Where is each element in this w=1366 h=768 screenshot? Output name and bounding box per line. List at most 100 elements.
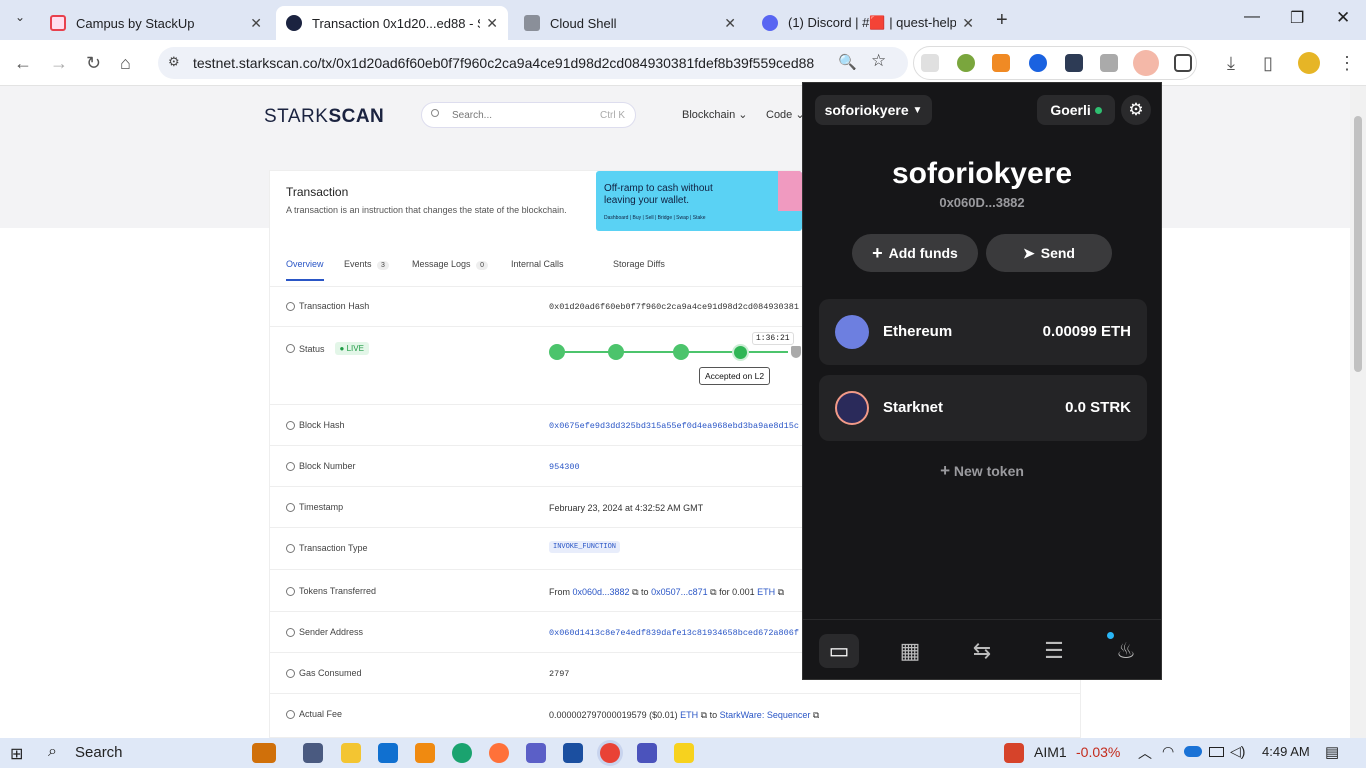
taskbar-search-label[interactable]: Search (75, 744, 123, 761)
side-panel-icon[interactable]: ▯ (1263, 53, 1273, 74)
app-icon[interactable] (563, 743, 583, 763)
tab-search-button[interactable]: ⌄ (8, 10, 32, 32)
teams-classic-icon[interactable] (637, 743, 657, 763)
work-widget-icon[interactable] (252, 743, 276, 763)
starkscan-logo[interactable]: STARKSCAN (264, 106, 384, 128)
copy-icon[interactable]: ⧉ (701, 710, 707, 720)
circle-extension-icon[interactable] (1029, 54, 1047, 72)
account-selector[interactable]: soforiokyere ▼ (815, 95, 932, 125)
restore-icon[interactable]: ❐ (1290, 8, 1304, 28)
download-icon[interactable]: ⤓ (1227, 53, 1235, 74)
copy-icon[interactable]: ⧉ (778, 587, 784, 597)
token-row-starknet[interactable]: Starknet 0.0 STRK (819, 375, 1147, 441)
copy-icon[interactable]: ⧉ (710, 587, 716, 597)
step-download-icon (608, 344, 624, 360)
home-icon[interactable]: ⌂ (120, 53, 131, 74)
taskbar-search-icon[interactable]: ⌕ (48, 743, 57, 761)
promo-banner[interactable]: Off-ramp to cash without leaving your wa… (596, 171, 802, 231)
avatar[interactable] (1298, 52, 1320, 74)
account-address[interactable]: 0x060D...3882 (803, 195, 1161, 210)
edge-icon[interactable] (452, 743, 472, 763)
clock[interactable]: 4:49 AM (1262, 744, 1310, 759)
forward-icon[interactable]: → (50, 53, 68, 74)
file-explorer-icon[interactable] (341, 743, 361, 763)
minimize-icon[interactable]: — (1244, 8, 1260, 26)
info-icon (286, 543, 295, 553)
sender-address-link[interactable]: 0x060d1413c8e7e4edf839dafe13c81934658bce… (549, 628, 799, 638)
block-number-link[interactable]: 954300 (549, 462, 580, 472)
grid-icon[interactable]: ▦ (890, 634, 930, 668)
volume-icon[interactable]: ◁) (1230, 743, 1245, 760)
wifi-icon[interactable]: ◠ (1162, 743, 1174, 760)
block-hash-link[interactable]: 0x0675efe9d3dd325bd315a55ef0d4ea968ebd3b… (549, 421, 799, 431)
page-scrollbar[interactable] (1350, 86, 1366, 738)
nav-blockchain[interactable]: Blockchain ⌄ (682, 108, 747, 121)
tab-message-logs[interactable]: Message Logs 0 (412, 259, 488, 270)
zoom-icon[interactable]: 🔍 (838, 53, 857, 71)
close-icon[interactable]: ✕ (250, 15, 262, 32)
tab-events[interactable]: Events 3 (344, 259, 389, 270)
site-search-input[interactable]: Search... Ctrl K (421, 102, 636, 128)
tab-cloud-shell[interactable]: Cloud Shell ✕ (514, 6, 746, 40)
swap-icon[interactable]: ⇆ (962, 634, 1002, 668)
tab-campus[interactable]: Campus by StackUp ✕ (40, 6, 272, 40)
flame-icon[interactable]: ♨ (1106, 634, 1146, 668)
new-tab-button[interactable]: + (996, 9, 1008, 32)
reload-icon[interactable]: ↻ (86, 53, 101, 74)
teams-icon[interactable] (526, 743, 546, 763)
image-extension-icon[interactable] (1100, 54, 1118, 72)
fee-eth-link[interactable]: ETH (680, 710, 698, 720)
pen-extension-icon[interactable] (921, 54, 939, 72)
sticky-notes-icon[interactable] (674, 743, 694, 763)
copy-icon[interactable]: ⧉ (632, 587, 638, 597)
address-bar[interactable]: ⚙ testnet.starkscan.co/tx/0x1d20ad6f60eb… (158, 47, 908, 79)
battery-icon[interactable] (1209, 747, 1224, 757)
close-icon[interactable]: ✕ (724, 15, 736, 32)
task-view-icon[interactable] (303, 743, 323, 763)
menu-icon[interactable]: ⋮ (1338, 53, 1356, 74)
onedrive-icon[interactable] (1184, 746, 1202, 757)
close-window-icon[interactable]: ✕ (1336, 8, 1350, 28)
puzzle-icon[interactable] (1174, 54, 1192, 72)
sequencer-link[interactable]: StarkWare: Sequencer (720, 710, 811, 720)
tab-storage-diffs[interactable]: Storage Diffs (613, 259, 665, 269)
tab-transaction[interactable]: Transaction 0x1d20...ed88 - Sta ✕ (276, 6, 508, 40)
site-info-icon[interactable]: ⚙ (168, 54, 180, 70)
back-icon[interactable]: ← (14, 53, 32, 74)
add-funds-button[interactable]: + Add funds (852, 234, 978, 272)
lines-extension-icon[interactable] (1065, 54, 1083, 72)
from-address-link[interactable]: 0x060d...3882 (573, 587, 630, 597)
chrome-icon[interactable] (600, 743, 620, 763)
eth-token-link[interactable]: ETH (757, 587, 775, 597)
copy-icon[interactable]: ⧉ (813, 710, 819, 720)
send-button[interactable]: ➤ Send (986, 234, 1112, 272)
tab-discord[interactable]: (1) Discord | #🟥 | quest-help- ✕ (752, 6, 984, 40)
scrollbar-thumb[interactable] (1354, 116, 1362, 372)
tab-internal-calls[interactable]: Internal Calls (511, 259, 564, 269)
network-selector[interactable]: Goerli (1037, 95, 1115, 125)
show-hidden-icons[interactable]: ︿ (1138, 743, 1152, 763)
activity-list-icon[interactable]: ☰ (1034, 634, 1074, 668)
new-token-button[interactable]: + New token (803, 461, 1161, 481)
firefox-icon[interactable] (489, 743, 509, 763)
vlc-icon[interactable] (415, 743, 435, 763)
bookmark-star-icon[interactable]: ☆ (871, 51, 886, 71)
wallet-icon[interactable]: ▭ (819, 634, 859, 668)
transaction-hash-value[interactable]: 0x01d20ad6f60eb0f7f960c2ca9a4ce91d98d2cd… (549, 302, 799, 312)
nav-code[interactable]: Code ⌄ (766, 108, 805, 121)
close-icon[interactable]: ✕ (486, 15, 498, 32)
close-icon[interactable]: ✕ (962, 15, 974, 32)
stock-change: -0.03% (1076, 744, 1121, 760)
token-row-ethereum[interactable]: Ethereum 0.00099 ETH (819, 299, 1147, 365)
globe-extension-icon[interactable] (957, 54, 975, 72)
argent-wallet-popup: soforiokyere ▼ Goerli ⚙ soforiokyere 0x0… (802, 82, 1162, 680)
to-address-link[interactable]: 0x0507...c871 (651, 587, 708, 597)
argent-x-icon[interactable] (1133, 50, 1159, 76)
notifications-icon[interactable]: ▤ (1325, 743, 1339, 761)
mail-icon[interactable] (378, 743, 398, 763)
metamask-icon[interactable] (992, 54, 1010, 72)
windows-start-icon[interactable]: ⊞ (10, 744, 23, 764)
tab-overview[interactable]: Overview (286, 259, 324, 281)
settings-gear-icon[interactable]: ⚙ (1121, 95, 1151, 125)
stock-ticker[interactable]: AIM1 (1034, 744, 1067, 760)
